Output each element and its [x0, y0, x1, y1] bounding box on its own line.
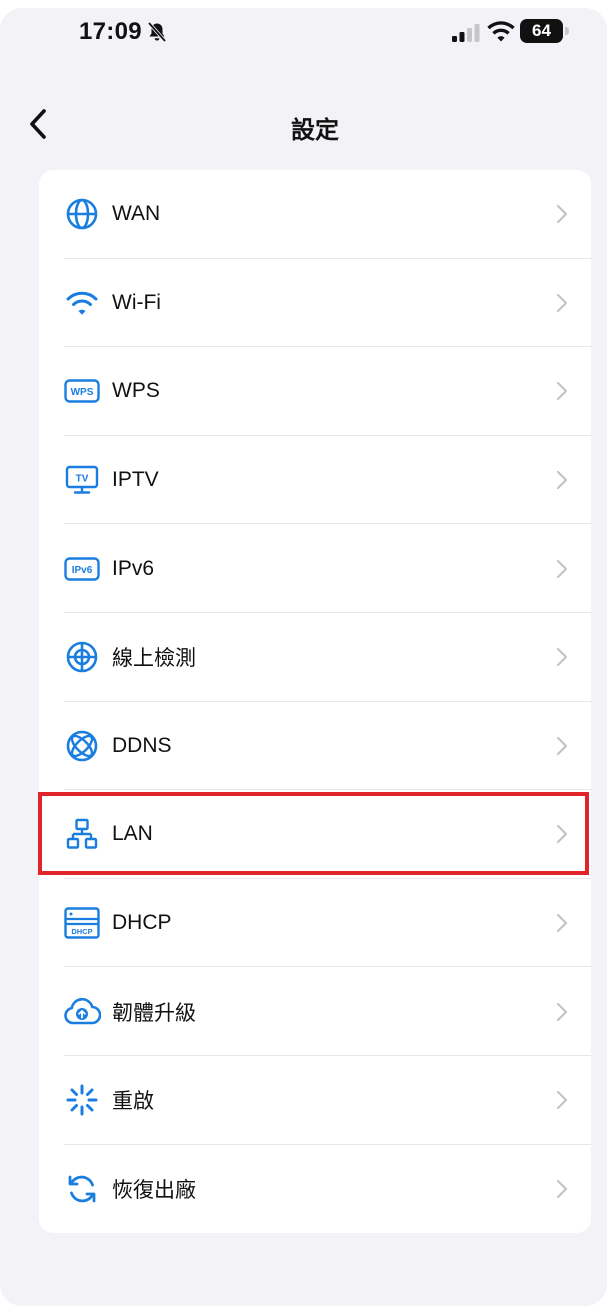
- settings-item-label: IPv6: [112, 556, 155, 580]
- page-title: 設定: [291, 117, 339, 144]
- settings-item-firmware-upgrade[interactable]: 韌體升級: [39, 967, 591, 1056]
- chevron-right-icon: [556, 382, 568, 401]
- status-bar: 17:09 64: [0, 0, 615, 62]
- settings-item-label: WAN: [112, 202, 161, 226]
- settings-item-label: Wi-Fi: [112, 290, 161, 314]
- wps-icon: WPS: [63, 372, 101, 410]
- dhcp-server-icon: DHCP: [63, 904, 101, 942]
- chevron-right-icon: [556, 1002, 568, 1021]
- wifi-icon: [63, 284, 101, 322]
- settings-list: WAN Wi-Fi WPS WPS TV IPTV IPv6 IPv6 線上檢測…: [39, 170, 591, 1233]
- settings-item-label: 線上檢測: [112, 647, 196, 671]
- reboot-spinner-icon: [63, 1081, 101, 1119]
- status-time: 17:09: [79, 18, 142, 45]
- settings-item-label: DDNS: [112, 733, 172, 757]
- bell-slash-icon: [147, 21, 167, 43]
- settings-item-factory-reset[interactable]: 恢復出廠: [39, 1145, 591, 1234]
- chevron-right-icon: [556, 1091, 568, 1110]
- tv-icon-text: TV: [76, 474, 89, 485]
- battery-level: 64: [520, 19, 563, 43]
- reset-arrows-icon: [63, 1170, 101, 1208]
- settings-item-wan[interactable]: WAN: [39, 170, 591, 259]
- battery-icon: 64: [520, 19, 570, 43]
- chevron-right-icon: [556, 648, 568, 667]
- chevron-right-icon: [556, 736, 568, 755]
- settings-item-label: DHCP: [112, 911, 172, 935]
- globe-icon: [63, 195, 101, 233]
- settings-item-iptv[interactable]: TV IPTV: [39, 436, 591, 525]
- settings-item-dhcp[interactable]: DHCP DHCP: [39, 879, 591, 968]
- cellular-signal-icon: [452, 24, 480, 42]
- screen: 17:09 64 設定 WAN Wi-Fi WPS WPS TV IPTV IP…: [0, 0, 615, 1313]
- crosshair-icon: [63, 638, 101, 676]
- settings-item-label: IPTV: [112, 468, 159, 492]
- chevron-right-icon: [556, 205, 568, 224]
- settings-item-label: WPS: [112, 379, 160, 403]
- network-topology-icon: [63, 815, 101, 853]
- settings-item-reboot[interactable]: 重啟: [39, 1056, 591, 1145]
- chevron-right-icon: [556, 470, 568, 490]
- settings-item-label: LAN: [112, 822, 153, 846]
- chevron-right-icon: [556, 293, 568, 312]
- settings-item-lan[interactable]: LAN: [39, 790, 591, 879]
- chevron-right-icon: [556, 913, 568, 933]
- settings-item-label: 恢復出廠: [112, 1178, 196, 1202]
- ipv6-icon-text: IPv6: [72, 565, 93, 576]
- settings-item-online-check[interactable]: 線上檢測: [39, 613, 591, 702]
- orbit-globe-icon: [63, 727, 101, 765]
- dhcp-icon-text: DHCP: [71, 927, 92, 936]
- chevron-right-icon: [556, 1179, 568, 1198]
- wps-icon-text: WPS: [71, 387, 94, 398]
- settings-item-wifi[interactable]: Wi-Fi: [39, 259, 591, 348]
- chevron-right-icon: [556, 559, 568, 578]
- settings-item-wps[interactable]: WPS WPS: [39, 347, 591, 436]
- settings-item-ddns[interactable]: DDNS: [39, 702, 591, 791]
- settings-item-label: 韌體升級: [112, 1001, 196, 1025]
- battery-cap: [565, 27, 569, 35]
- settings-item-ipv6[interactable]: IPv6 IPv6: [39, 524, 591, 613]
- ipv6-icon: IPv6: [63, 550, 101, 588]
- tv-icon: TV: [63, 461, 101, 499]
- chevron-right-icon: [556, 825, 568, 844]
- settings-item-label: 重啟: [112, 1090, 154, 1114]
- cloud-upload-icon: [63, 993, 101, 1031]
- wifi-icon: [487, 21, 515, 42]
